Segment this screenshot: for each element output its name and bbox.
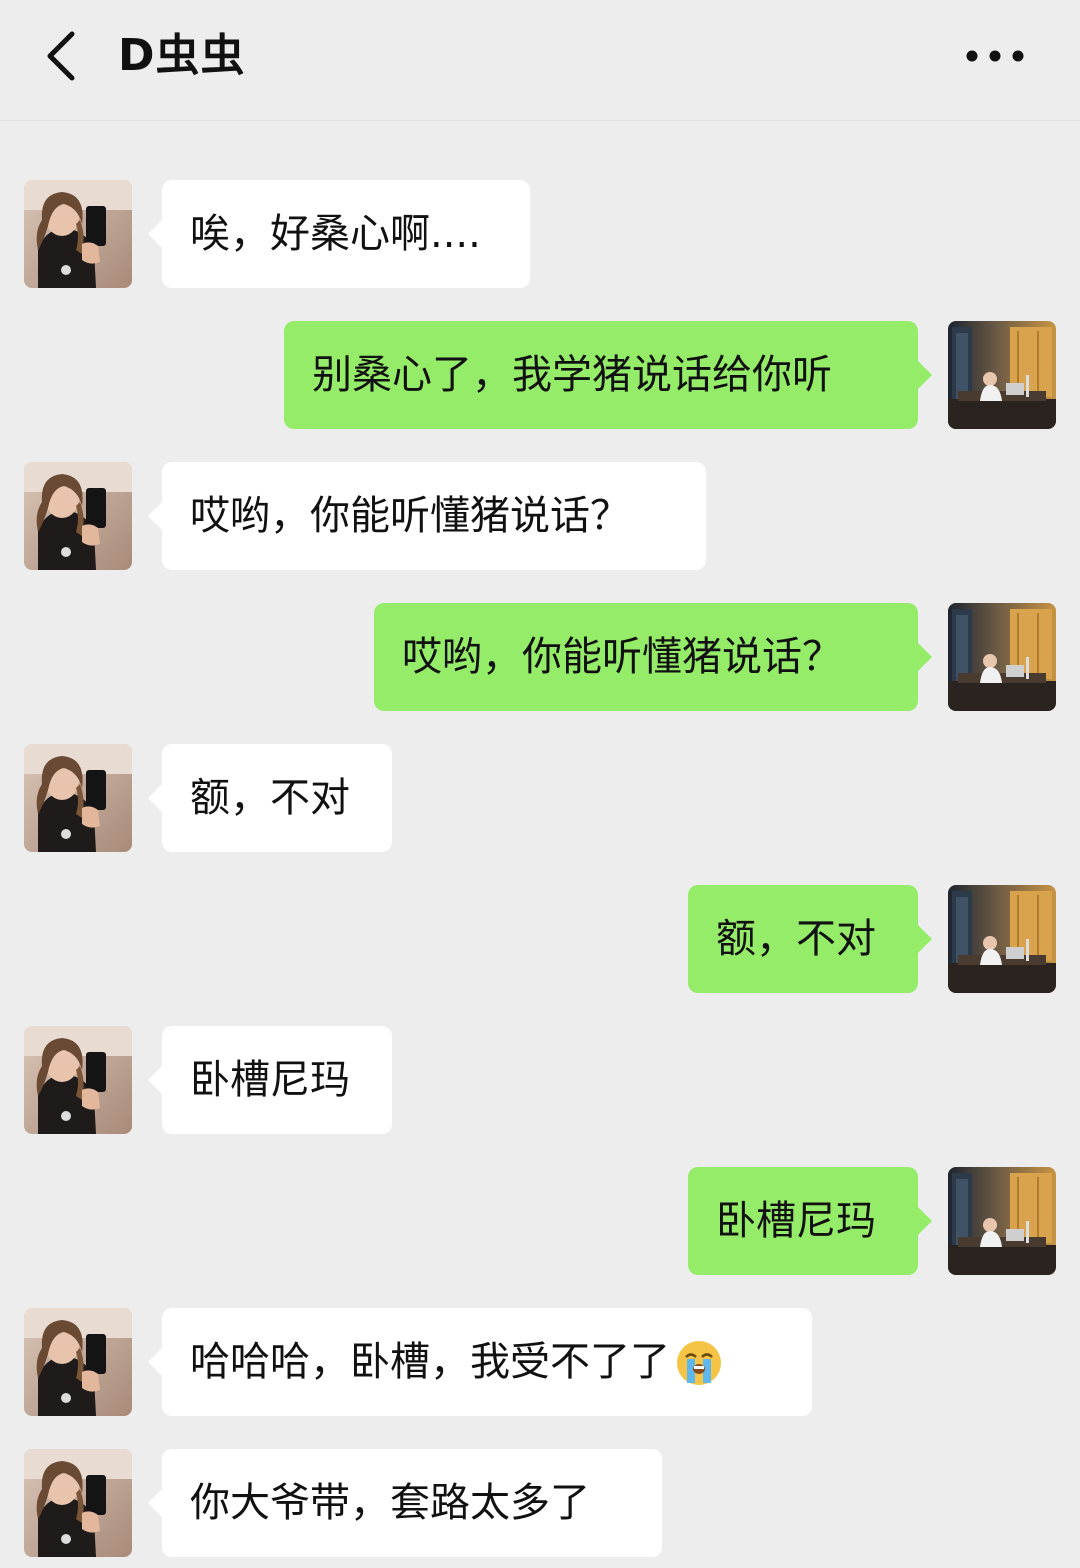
chat-header: D虫虫 [0,0,1080,121]
message-row: 额，不对 [0,885,1080,993]
message-bubble[interactable]: 额，不对 [688,885,932,993]
message-bubble[interactable]: 唉，好桑心啊.... [148,180,530,288]
message-text: 哎哟，你能听懂猪说话？ [402,634,842,680]
crying-face-emoji-icon [677,1341,721,1385]
message-bubble[interactable]: 卧槽尼玛 [688,1167,932,1275]
message-row: 额，不对 [0,744,1080,852]
message-bubble[interactable]: 哎哟，你能听懂猪说话？ [148,462,706,570]
contact-avatar[interactable] [24,462,132,570]
message-text: 卧槽尼玛 [716,1198,876,1244]
contact-avatar[interactable] [24,1449,132,1557]
message-bubble[interactable]: 你大爷带，套路太多了 [148,1449,662,1557]
message-row: 你大爷带，套路太多了 [0,1449,1080,1557]
message-bubble[interactable]: 额，不对 [148,744,392,852]
message-text: 哎哟，你能听懂猪说话？ [190,493,630,539]
message-text: 哈哈哈，卧槽，我受不了了 [190,1339,670,1385]
message-text: 唉，好桑心啊.... [190,211,481,257]
chat-title: D虫虫 [118,30,246,81]
message-bubble[interactable]: 哈哈哈，卧槽，我受不了了 [148,1308,812,1416]
contact-avatar[interactable] [24,1308,132,1416]
message-bubble[interactable]: 哎哟，你能听懂猪说话？ [374,603,932,711]
message-row: 哈哈哈，卧槽，我受不了了 [0,1308,1080,1416]
message-text: 额，不对 [190,775,350,821]
message-text: 你大爷带，套路太多了 [190,1480,590,1526]
message-bubble[interactable]: 卧槽尼玛 [148,1026,392,1134]
message-row: 卧槽尼玛 [0,1026,1080,1134]
my-avatar[interactable] [948,885,1056,993]
message-row: 哎哟，你能听懂猪说话？ [0,462,1080,570]
message-text: 卧槽尼玛 [190,1057,350,1103]
contact-avatar[interactable] [24,180,132,288]
my-avatar[interactable] [948,321,1056,429]
more-dots-icon[interactable] [960,36,1030,76]
message-row: 卧槽尼玛 [0,1167,1080,1275]
contact-avatar[interactable] [24,1026,132,1134]
contact-avatar[interactable] [24,744,132,852]
chevron-left-icon[interactable] [40,28,90,84]
message-text: 别桑心了，我学猪说话给你听 [312,352,832,398]
my-avatar[interactable] [948,603,1056,711]
message-bubble[interactable]: 别桑心了，我学猪说话给你听 [284,321,932,429]
my-avatar[interactable] [948,1167,1056,1275]
message-text: 额，不对 [716,916,876,962]
message-row: 唉，好桑心啊.... [0,180,1080,288]
message-row: 哎哟，你能听懂猪说话？ [0,603,1080,711]
message-row: 别桑心了，我学猪说话给你听 [0,321,1080,429]
